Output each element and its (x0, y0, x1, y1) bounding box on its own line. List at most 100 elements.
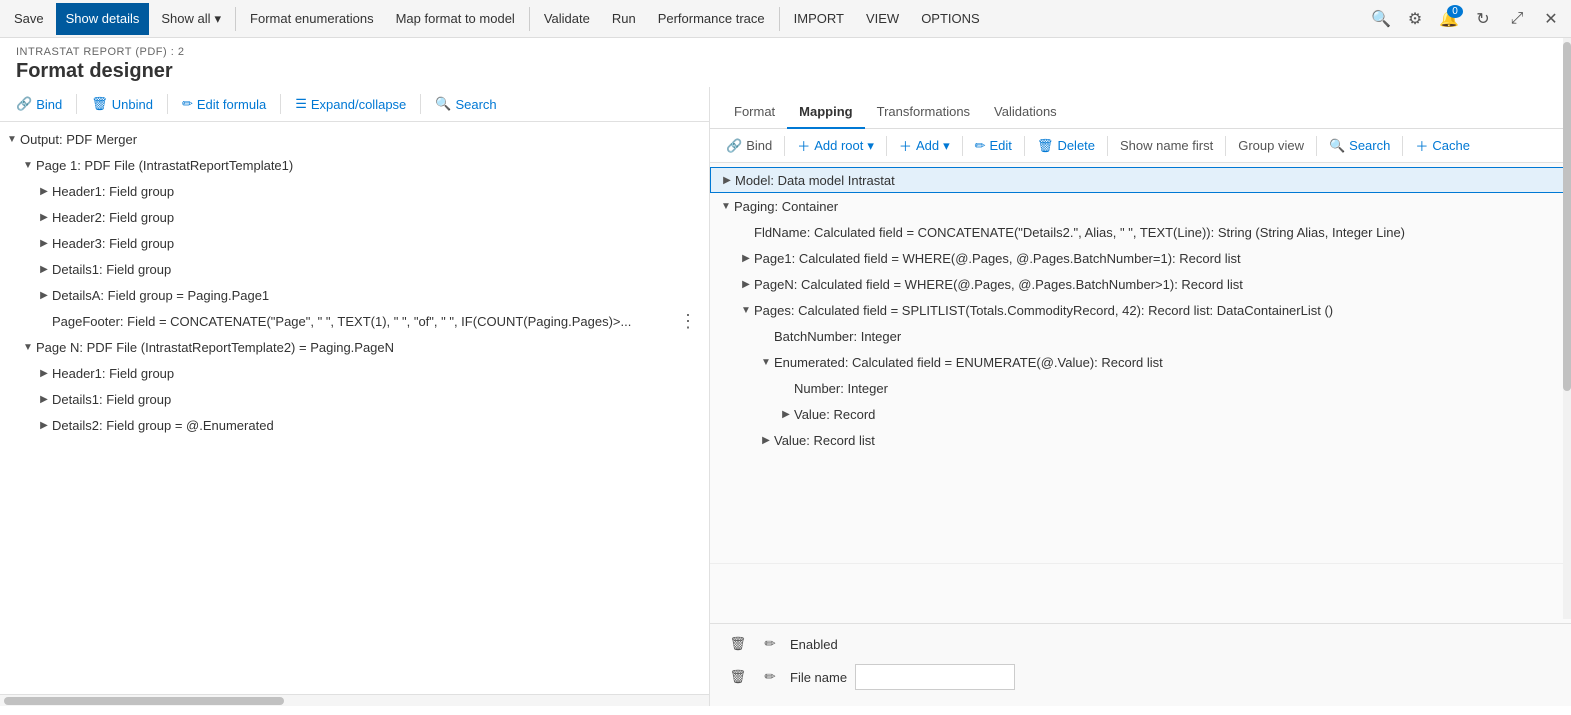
add-root-button[interactable]: ＋ Add root ▾ (789, 133, 882, 158)
expand-icon[interactable]: ▶ (36, 209, 52, 225)
options-button[interactable]: OPTIONS (911, 3, 990, 35)
edit-label: Edit (990, 138, 1012, 153)
model-tree-item[interactable]: ▼ Pages: Calculated field = SPLITLIST(To… (710, 297, 1571, 323)
main-layout: 🔗 Bind 🗑 Unbind ✏ Edit formula ☰ Expand/… (0, 87, 1571, 706)
right-scrollbar-thumb[interactable] (1563, 87, 1571, 391)
main-toolbar: Save Show details Show all ▾ Format enum… (0, 0, 1571, 38)
collapse-icon[interactable]: ▼ (20, 339, 36, 355)
expand-icon[interactable]: ▶ (719, 172, 735, 188)
collapse-icon[interactable]: ▼ (20, 157, 36, 173)
tab-validations[interactable]: Validations (982, 96, 1069, 129)
model-tree-item[interactable]: ▶ Model: Data model Intrastat (710, 167, 1571, 193)
tree-item[interactable]: ▼ Page 1: PDF File (IntrastatReportTempl… (0, 152, 709, 178)
model-tree-item[interactable]: ▼ Paging: Container (710, 193, 1571, 219)
tree-item[interactable]: ▶ Header3: Field group (0, 230, 709, 256)
bind-button[interactable]: 🔗 Bind (8, 93, 70, 115)
left-search-button[interactable]: 🔍 Search (427, 93, 504, 115)
model-tree-item[interactable]: ▶ Value: Record (710, 401, 1571, 427)
tree-item-label: Header1: Field group (52, 184, 174, 199)
model-tree-item[interactable]: FldName: Calculated field = CONCATENATE(… (710, 219, 1571, 245)
expand-icon[interactable]: ▶ (36, 417, 52, 433)
validate-button[interactable]: Validate (534, 3, 600, 35)
search-icon-button[interactable]: 🔍 (1365, 3, 1397, 35)
import-button[interactable]: IMPORT (784, 3, 854, 35)
format-enumerations-button[interactable]: Format enumerations (240, 3, 384, 35)
map-format-to-model-button[interactable]: Map format to model (386, 3, 525, 35)
chevron-down-icon: ▾ (215, 11, 222, 27)
tree-item[interactable]: PageFooter: Field = CONCATENATE("Page", … (0, 308, 709, 334)
tree-item[interactable]: ▼ Output: PDF Merger (0, 126, 709, 152)
spacer (36, 313, 52, 329)
collapse-icon[interactable]: ▼ (4, 131, 20, 147)
settings-icon-button[interactable]: ⚙ (1399, 3, 1431, 35)
model-tree-item[interactable]: ▶ PageN: Calculated field = WHERE(@.Page… (710, 271, 1571, 297)
search-icon: 🔍 (435, 96, 451, 112)
collapse-icon[interactable]: ▼ (758, 354, 774, 370)
performance-trace-button[interactable]: Performance trace (648, 3, 775, 35)
expand-icon[interactable]: ▶ (36, 183, 52, 199)
tree-item[interactable]: ▶ Header1: Field group (0, 178, 709, 204)
group-view-button[interactable]: Group view (1230, 135, 1312, 156)
tree-item[interactable]: ▼ Page N: PDF File (IntrastatReportTempl… (0, 334, 709, 360)
cache-label: Cache (1432, 138, 1470, 153)
right-scrollbar-track[interactable] (1563, 87, 1571, 619)
enabled-edit-button[interactable]: ✏ (758, 632, 782, 656)
expand-icon[interactable]: ▶ (738, 276, 754, 292)
model-tree-item[interactable]: BatchNumber: Integer (710, 323, 1571, 349)
toolbar-separator-3 (779, 7, 780, 31)
expand-icon[interactable]: ▶ (778, 406, 794, 422)
enabled-trash-button[interactable]: 🗑 (726, 632, 750, 656)
expand-icon-button[interactable]: ⤢ (1501, 3, 1533, 35)
tree-item[interactable]: ▶ Header2: Field group (0, 204, 709, 230)
right-bind-button[interactable]: 🔗 Bind (718, 135, 780, 157)
bottom-section: 🗑 ✏ Enabled 🗑 ✏ File name (710, 623, 1571, 706)
edit-formula-button[interactable]: ✏ Edit formula (174, 93, 274, 115)
save-button[interactable]: Save (4, 3, 54, 35)
page-title: Format designer (16, 60, 1555, 83)
tree-item[interactable]: ▶ Details1: Field group (0, 386, 709, 412)
tab-format[interactable]: Format (722, 96, 787, 129)
view-button[interactable]: VIEW (856, 3, 909, 35)
model-tree-item[interactable]: Number: Integer (710, 375, 1571, 401)
tab-transformations[interactable]: Transformations (865, 96, 982, 129)
left-h-scrollbar[interactable] (0, 694, 709, 706)
expand-icon[interactable]: ▶ (36, 287, 52, 303)
cache-button[interactable]: ＋ Cache (1407, 133, 1478, 158)
model-tree-item[interactable]: ▼ Enumerated: Calculated field = ENUMERA… (710, 349, 1571, 375)
run-button[interactable]: Run (602, 3, 646, 35)
expand-icon[interactable]: ▶ (36, 261, 52, 277)
filename-edit-button[interactable]: ✏ (758, 665, 782, 689)
close-icon-button[interactable]: ✕ (1535, 3, 1567, 35)
edit-button[interactable]: ✏ Edit (967, 135, 1020, 157)
refresh-icon-button[interactable]: ↻ (1467, 3, 1499, 35)
tree-item[interactable]: ▶ DetailsA: Field group = Paging.Page1 (0, 282, 709, 308)
show-name-first-button[interactable]: Show name first (1112, 135, 1221, 156)
expand-icon[interactable]: ▶ (758, 432, 774, 448)
model-tree-item[interactable]: ▶ Page1: Calculated field = WHERE(@.Page… (710, 245, 1571, 271)
enabled-label: Enabled (790, 637, 838, 652)
expand-icon[interactable]: ▶ (36, 391, 52, 407)
expand-icon[interactable]: ▶ (738, 250, 754, 266)
expand-icon[interactable]: ▶ (36, 235, 52, 251)
tree-item[interactable]: ▶ Details1: Field group (0, 256, 709, 282)
context-menu-icon[interactable]: ⋮ (675, 311, 701, 332)
filename-input[interactable] (855, 664, 1015, 690)
collapse-icon[interactable]: ▼ (738, 302, 754, 318)
model-item-label: Paging: Container (734, 199, 838, 214)
show-all-button[interactable]: Show all ▾ (151, 3, 231, 35)
add-button[interactable]: ＋ Add ▾ (891, 133, 958, 158)
filename-trash-button[interactable]: 🗑 (726, 665, 750, 689)
tree-item[interactable]: ▶ Details2: Field group = @.Enumerated (0, 412, 709, 438)
show-details-button[interactable]: Show details (56, 3, 150, 35)
delete-button[interactable]: 🗑 Delete (1029, 135, 1103, 157)
expand-collapse-button[interactable]: ☰ Expand/collapse (287, 93, 414, 115)
collapse-icon[interactable]: ▼ (718, 198, 734, 214)
link-icon: 🔗 (726, 138, 742, 154)
unbind-button[interactable]: 🗑 Unbind (83, 93, 161, 115)
right-search-button[interactable]: 🔍 Search (1321, 135, 1398, 157)
tab-mapping[interactable]: Mapping (787, 96, 864, 129)
model-item-label: Value: Record list (774, 433, 875, 448)
expand-icon[interactable]: ▶ (36, 365, 52, 381)
tree-item[interactable]: ▶ Header1: Field group (0, 360, 709, 386)
model-tree-item[interactable]: ▶ Value: Record list (710, 427, 1571, 453)
